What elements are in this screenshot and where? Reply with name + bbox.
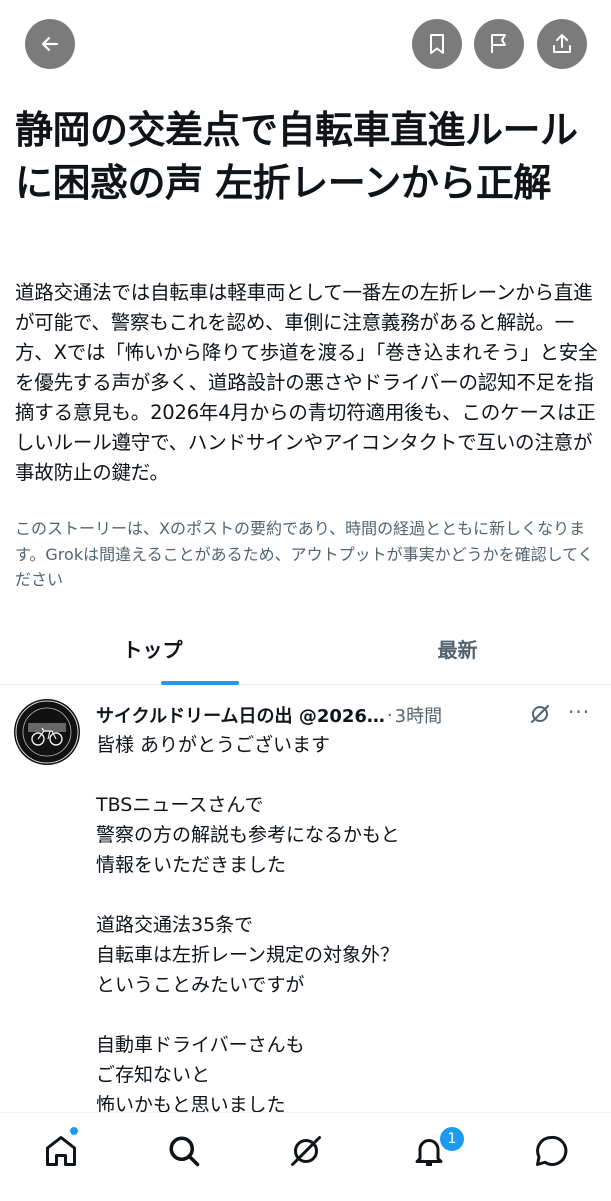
tab-latest[interactable]: 最新 <box>305 612 610 684</box>
post-header: サイクルドリーム日の出 @2026… · 3時間 ··· <box>96 700 596 730</box>
post-line-blank <box>96 880 596 910</box>
separator-dot: · <box>386 704 393 726</box>
bicycle-logo-icon <box>15 700 79 764</box>
story-summary: 道路交通法では自転車は軽車両として一番左の左折レーンから直進が可能で、警察もこれ… <box>15 281 598 484</box>
nav-home[interactable] <box>43 1133 79 1169</box>
bottom-nav <box>0 1112 611 1201</box>
post-line-blank <box>96 1000 596 1030</box>
active-tab-indicator <box>161 681 239 685</box>
bookmark-button[interactable] <box>412 19 462 69</box>
post-line: 情報をいただきました <box>96 854 287 876</box>
report-button[interactable] <box>474 19 524 69</box>
post-line-blank <box>96 760 596 790</box>
tab-top[interactable]: トップ <box>0 612 305 684</box>
nav-grok[interactable] <box>288 1133 324 1169</box>
grok-icon <box>291 1136 321 1166</box>
flag-icon <box>491 34 506 53</box>
post-author[interactable]: サイクルドリーム日の出 @2026… <box>96 702 385 728</box>
chat-bubble-icon <box>536 1135 568 1166</box>
post-line: TBSニュースさんで <box>96 794 264 816</box>
post-text: 皆様 ありがとうございます TBSニュースさんで 警察の方の解説も参考になるかも… <box>96 730 596 1120</box>
unread-dot <box>70 1127 78 1135</box>
nav-search[interactable] <box>166 1133 202 1169</box>
home-icon <box>46 1136 76 1166</box>
tab-bar: トップ 最新 <box>0 612 611 685</box>
post-line: 道路交通法35条で <box>96 914 254 936</box>
story-title: 静岡の交差点で自転車直進ルールに困惑の声 左折レーンから正解 <box>15 108 578 205</box>
post-line: ということみたいですが <box>96 974 305 996</box>
more-options-icon[interactable]: ··· <box>568 700 590 724</box>
post-line: 自転車は左折レーン規定の対象外？ <box>96 944 400 966</box>
notification-badge: 1 <box>438 1125 466 1153</box>
post-line: 警察の方の解説も参考になるかもと <box>96 824 400 846</box>
post-time[interactable]: 3時間 <box>395 702 442 728</box>
share-icon <box>553 34 571 53</box>
arrow-left-icon <box>41 36 59 52</box>
grok-disclaimer: このストーリーは、Xのポストの要約であり、時間の経過とともに新しくなります。Gr… <box>15 519 594 589</box>
grok-icon[interactable] <box>528 702 552 726</box>
back-button[interactable] <box>25 19 75 69</box>
share-button[interactable] <box>537 19 587 69</box>
post-line: 皆様 ありがとうございます <box>96 734 331 756</box>
avatar[interactable] <box>14 699 80 765</box>
bookmark-icon <box>430 34 444 54</box>
post-line: ご存知ないと <box>96 1064 211 1086</box>
post-line: 自動車ドライバーさんも <box>96 1034 305 1056</box>
nav-messages[interactable] <box>533 1133 569 1169</box>
search-icon <box>169 1136 200 1167</box>
